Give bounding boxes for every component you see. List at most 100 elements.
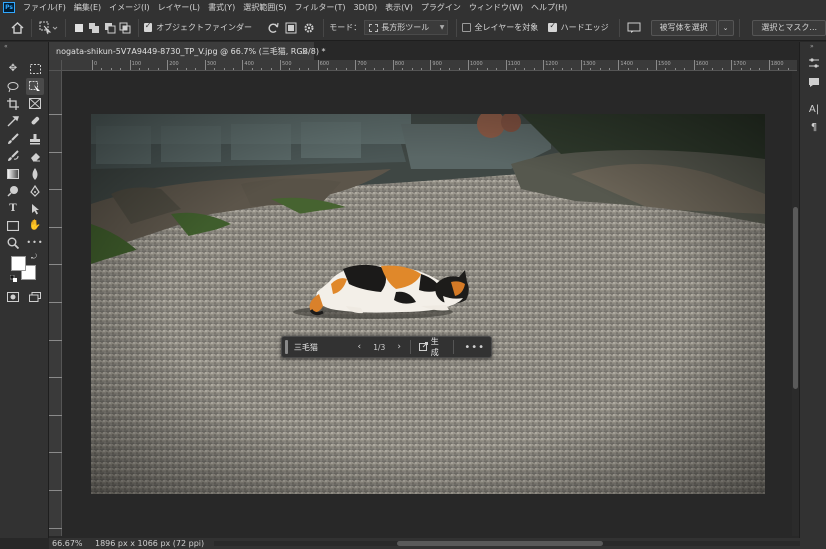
ruler-tick [49, 226, 62, 228]
vertical-ruler[interactable] [49, 71, 62, 536]
ruler-tick [49, 527, 62, 529]
document-image[interactable] [91, 114, 765, 494]
close-icon[interactable]: × [301, 47, 308, 56]
lasso-tool-icon[interactable] [4, 78, 22, 95]
ruler-tick-label: 1100 [507, 61, 521, 67]
collapse-panels-icon[interactable]: » [810, 43, 814, 50]
hand-tool-icon[interactable]: ✋ [26, 217, 44, 234]
eraser-tool-icon[interactable] [26, 147, 44, 164]
ruler-tick-label: 1300 [582, 61, 596, 67]
properties-panel-icon[interactable] [807, 56, 821, 70]
home-icon[interactable] [8, 18, 26, 38]
right-panel-strip: » A| ¶ [799, 42, 826, 538]
select-subject-dropdown[interactable]: ⌄ [717, 19, 734, 36]
mode-label: モード： [329, 23, 362, 32]
menu-3d[interactable]: 3D(D) [350, 3, 382, 12]
rectangle-tool-icon[interactable] [4, 217, 22, 234]
horizontal-scroll-thumb[interactable] [397, 541, 603, 546]
next-variation-button[interactable]: › [393, 342, 406, 352]
previous-variation-button[interactable]: ‹ [353, 342, 366, 352]
ruler-tick [49, 339, 62, 341]
subtract-from-selection-icon[interactable] [102, 18, 117, 38]
crop-tool-icon[interactable] [4, 95, 22, 112]
default-colors-icon[interactable] [9, 274, 17, 282]
select-subject-icon[interactable] [625, 18, 643, 38]
marquee-tool-icon[interactable] [26, 60, 44, 77]
horizontal-ruler[interactable]: 0 100 200 300 400 500 600 700 800 900 1000 1100 1200… [62, 60, 797, 71]
menu-type[interactable]: 書式(Y) [204, 2, 239, 13]
ruler-tick-label: 1700 [733, 61, 746, 67]
vertical-scroll-thumb[interactable] [793, 207, 798, 389]
document-title: nogata-shikun-5V7A9449-8730_TP_V.jpg @ 6… [56, 46, 326, 56]
separator [31, 18, 32, 37]
object-finder-checkbox[interactable] [143, 21, 153, 32]
blur-tool-icon[interactable] [26, 165, 44, 182]
more-options-icon[interactable]: ••• [458, 342, 491, 353]
screen-mode-icon[interactable] [26, 288, 44, 305]
character-panel-icon[interactable]: A| [807, 102, 821, 116]
menu-filter[interactable]: フィルター(T) [291, 2, 350, 13]
refresh-icon[interactable] [264, 18, 282, 38]
zoom-tool-icon[interactable] [4, 234, 22, 251]
comments-panel-icon[interactable] [807, 75, 821, 89]
document-tab[interactable]: nogata-shikun-5V7A9449-8730_TP_V.jpg @ 6… [49, 42, 326, 60]
chevron-down-icon: ▼ [439, 24, 445, 31]
ruler-origin[interactable] [49, 60, 62, 71]
menu-window[interactable]: ウィンドウ(W) [465, 2, 527, 13]
select-subject-button[interactable]: 被写体を選択 [650, 19, 717, 36]
menu-image[interactable]: イメージ(I) [105, 2, 153, 13]
ruler-tick-label: 1200 [545, 61, 558, 67]
select-and-mask-button[interactable]: 選択とマスク... [752, 19, 826, 36]
dodge-tool-icon[interactable] [4, 182, 22, 199]
object-selection-tool-preset-icon[interactable] [37, 18, 61, 38]
add-to-selection-icon[interactable] [87, 18, 102, 38]
ruler-tick [49, 189, 62, 191]
hard-edge-label: ハードエッジ [560, 23, 609, 32]
eyedropper-tool-icon[interactable] [4, 112, 22, 129]
path-selection-tool-icon[interactable] [26, 200, 44, 217]
history-brush-tool-icon[interactable] [4, 147, 22, 164]
intersect-selection-icon[interactable] [117, 18, 132, 38]
collapse-arrows-icon[interactable]: « [4, 43, 8, 50]
show-all-objects-icon[interactable] [282, 18, 300, 38]
type-tool-icon[interactable]: T [4, 200, 22, 217]
healing-brush-tool-icon[interactable] [26, 112, 44, 129]
gear-icon[interactable] [300, 18, 318, 38]
menu-plugins[interactable]: プラグイン [417, 2, 465, 13]
all-layers-checkbox[interactable] [462, 23, 471, 32]
more-tools-icon[interactable]: ••• [26, 234, 44, 251]
menu-edit[interactable]: 編集(E) [70, 2, 105, 13]
pen-tool-icon[interactable] [26, 182, 44, 199]
hard-edge-checkbox[interactable] [548, 21, 557, 32]
clone-stamp-tool-icon[interactable] [26, 130, 44, 147]
separator [618, 18, 620, 37]
mode-select[interactable]: 長方形ツール ▼ [364, 20, 449, 35]
brush-tool-icon[interactable] [4, 130, 22, 147]
menu-view[interactable]: 表示(V) [381, 2, 417, 13]
document-dimensions: 1896 px x 1066 px (72 ppi) [95, 539, 205, 548]
swap-colors-icon[interactable]: ⤾ [31, 253, 37, 262]
paragraph-panel-icon[interactable]: ¶ [807, 120, 821, 134]
ruler-tick-label: 500 [282, 61, 292, 67]
frame-tool-icon[interactable] [26, 95, 44, 112]
menu-file[interactable]: ファイル(F) [19, 2, 70, 13]
ruler-tick [49, 490, 62, 491]
all-layers-label: 全レイヤーを対象 [474, 23, 539, 32]
vertical-scrollbar[interactable] [792, 71, 799, 536]
horizontal-scrollbar[interactable] [214, 541, 800, 546]
ruler-tick [49, 452, 62, 454]
menu-select[interactable]: 選択範囲(S) [239, 2, 290, 13]
object-selection-tool-icon[interactable] [26, 78, 44, 95]
photo-cat-on-gravel [91, 114, 765, 494]
menu-layer[interactable]: レイヤー(L) [154, 2, 204, 13]
foreground-color-swatch[interactable] [11, 256, 26, 271]
canvas-area[interactable] [62, 71, 797, 536]
generative-prompt-input[interactable]: 三毛猫 [288, 342, 353, 353]
menu-help[interactable]: ヘルプ(H) [527, 2, 571, 13]
zoom-level[interactable]: 66.67% [49, 539, 89, 548]
new-selection-icon[interactable] [71, 18, 86, 38]
quick-mask-icon[interactable] [4, 288, 22, 305]
generate-button[interactable]: 生成 [415, 336, 450, 358]
move-tool-icon[interactable]: ✥ [4, 60, 22, 77]
gradient-tool-icon[interactable] [4, 165, 22, 182]
